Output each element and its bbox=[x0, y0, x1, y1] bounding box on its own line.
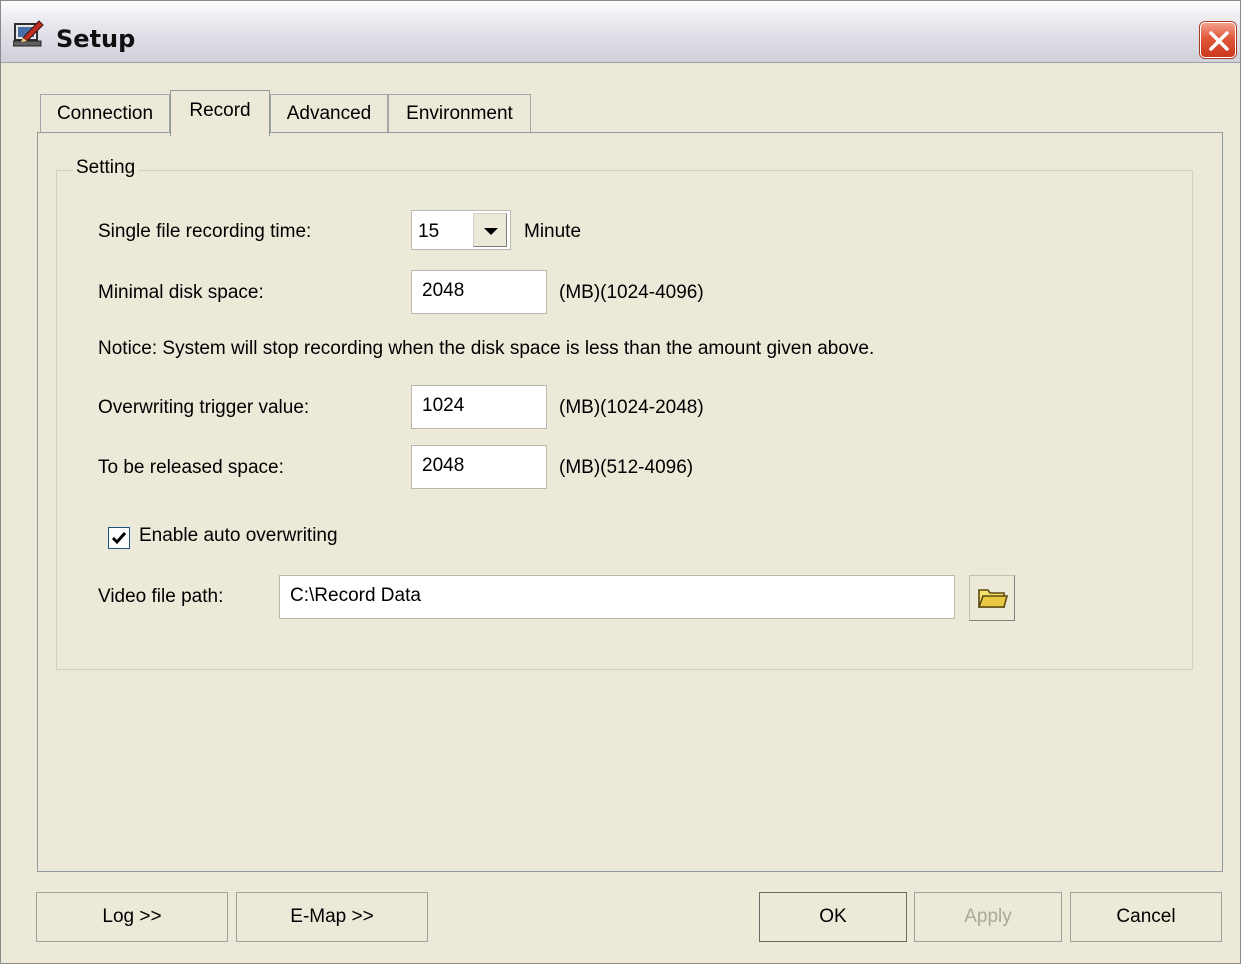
overwrite-trigger-label: Overwriting trigger value: bbox=[98, 397, 310, 418]
tab-connection[interactable]: Connection bbox=[40, 94, 170, 132]
window-title: Setup bbox=[56, 25, 136, 53]
overwrite-trigger-range: (MB)(1024-2048) bbox=[559, 397, 704, 418]
recording-time-value: 15 bbox=[418, 221, 440, 242]
recording-time-unit: Minute bbox=[524, 221, 582, 242]
checkmark-icon bbox=[111, 532, 127, 545]
release-label: To be released space: bbox=[98, 457, 284, 478]
recording-time-label: Single file recording time: bbox=[98, 221, 312, 242]
record-tab-panel: Setting Single file recording time: 15 M… bbox=[37, 132, 1223, 872]
dropdown-button[interactable] bbox=[473, 213, 507, 247]
apply-button[interactable]: Apply bbox=[914, 892, 1062, 942]
video-path-input[interactable]: C:\Record Data bbox=[279, 575, 955, 619]
overwrite-trigger-input[interactable]: 1024 bbox=[411, 385, 547, 429]
close-button[interactable] bbox=[1200, 22, 1236, 58]
setup-icon bbox=[12, 18, 45, 48]
close-icon bbox=[1209, 31, 1229, 51]
setup-window: Setup Connection Record Advanced Environ… bbox=[0, 0, 1241, 964]
release-space-input[interactable]: 2048 bbox=[411, 445, 547, 489]
recording-time-select[interactable]: 15 bbox=[411, 210, 511, 250]
tab-environment[interactable]: Environment bbox=[388, 94, 531, 132]
min-disk-input[interactable]: 2048 bbox=[411, 270, 547, 314]
notice-text: Notice: System will stop recording when … bbox=[98, 338, 875, 359]
auto-overwrite-label[interactable]: Enable auto overwriting bbox=[139, 525, 338, 547]
folder-icon bbox=[977, 589, 1009, 608]
min-disk-range: (MB)(1024-4096) bbox=[559, 282, 704, 303]
auto-overwrite-checkbox[interactable] bbox=[108, 527, 130, 549]
min-disk-label: Minimal disk space: bbox=[98, 282, 264, 303]
ok-button[interactable]: OK bbox=[759, 892, 907, 942]
chevron-down-icon bbox=[484, 228, 498, 235]
browse-folder-button[interactable] bbox=[969, 575, 1015, 621]
tab-record[interactable]: Record bbox=[170, 90, 270, 136]
setting-groupbox: Setting Single file recording time: 15 M… bbox=[56, 157, 1193, 670]
emap-button[interactable]: E-Map >> bbox=[236, 892, 428, 942]
cancel-button[interactable]: Cancel bbox=[1070, 892, 1222, 942]
title-bar[interactable]: Setup bbox=[1, 1, 1240, 63]
release-range: (MB)(512-4096) bbox=[559, 457, 694, 478]
tab-advanced[interactable]: Advanced bbox=[270, 94, 388, 132]
log-button[interactable]: Log >> bbox=[36, 892, 228, 942]
video-path-label: Video file path: bbox=[98, 586, 224, 607]
setting-group-title: Setting bbox=[73, 157, 139, 179]
